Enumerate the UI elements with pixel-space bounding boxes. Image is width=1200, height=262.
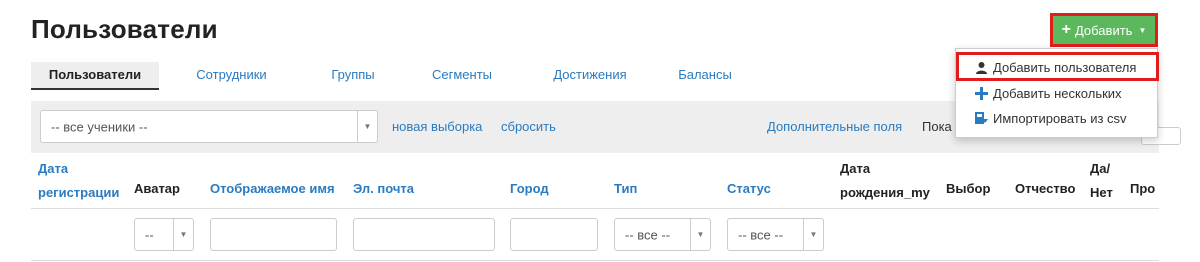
column-email-header[interactable]: Эл. почта [353,176,414,202]
column-birthdate-header: Дата рождения_my [840,157,930,205]
column-birthdate-line1: Дата [840,161,871,176]
column-patronymic-header: Отчество [1015,181,1076,196]
avatar-filter-value: -- [145,227,154,242]
table-bottom-divider [31,260,1159,261]
show-label: Пока [922,119,952,134]
tab-achievements[interactable]: Достижения [522,62,658,90]
dropdown-item-add-multiple-label: Добавить нескольких [993,85,1122,101]
column-yesno-line1: Да/ [1090,161,1111,176]
column-avatar-header: Аватар [134,181,180,196]
email-filter-input[interactable] [353,218,495,251]
import-icon [974,111,988,125]
column-date-line1: Дата [38,161,69,176]
dropdown-item-import-csv-label: Импортировать из csv [993,110,1127,126]
column-date-line2: регистрации [38,185,120,200]
city-filter-input[interactable] [510,218,598,251]
extra-fields-link[interactable]: Дополнительные поля [767,119,902,134]
tab-segments[interactable]: Сегменты [402,62,522,90]
type-filter-select[interactable]: -- все -- ▼ [614,218,711,251]
display-name-filter-input[interactable] [210,218,337,251]
tab-users[interactable]: Пользователи [31,62,159,90]
student-select[interactable]: -- все ученики -- ▼ [40,110,378,143]
plus-icon: + [1061,21,1071,38]
dropdown-item-add-multiple[interactable]: Добавить нескольких [956,81,1157,105]
new-selection-link[interactable]: новая выборка [392,119,482,134]
column-more-header: Про [1130,181,1156,196]
type-filter-value: -- все -- [625,227,671,242]
dropdown-item-import-csv[interactable]: Импортировать из csv [956,106,1157,130]
dropdown-highlight-frame [956,52,1159,81]
add-button[interactable]: + Добавить ▼ [1050,13,1158,47]
column-city-header[interactable]: Город [510,176,549,202]
column-birthdate-line2: рождения_my [840,185,930,200]
status-filter-value: -- все -- [738,227,784,242]
reset-link[interactable]: сбросить [501,119,556,134]
column-status-header[interactable]: Статус [727,176,771,202]
tab-groups[interactable]: Группы [304,62,402,90]
tab-balances[interactable]: Балансы [658,62,752,90]
column-type-header[interactable]: Тип [614,176,637,202]
page-title: Пользователи [31,14,218,44]
status-filter-select[interactable]: -- все -- ▼ [727,218,824,251]
chevron-down-icon: ▼ [173,219,193,250]
column-yesno-line2: Нет [1090,185,1113,200]
chevron-down-icon: ▼ [690,219,710,250]
tabs: Пользователи Сотрудники Группы Сегменты … [31,62,752,90]
chevron-down-icon: ▼ [357,111,377,142]
add-button-label: Добавить [1074,22,1133,38]
plus-icon [974,86,988,100]
column-yesno-header: Да/ Нет [1090,157,1113,205]
add-dropdown-menu: Добавить пользователя Добавить нескольки… [955,48,1159,138]
caret-down-icon: ▼ [1138,25,1147,35]
header-divider [31,208,1159,209]
column-date-header[interactable]: Дата регистрации [38,157,119,205]
column-choice-header: Выбор [946,181,991,196]
student-select-value: -- все ученики -- [51,119,148,134]
tab-employees[interactable]: Сотрудники [159,62,304,90]
column-display-name-header[interactable]: Отображаемое имя [210,176,335,202]
avatar-filter-select[interactable]: -- ▼ [134,218,194,251]
chevron-down-icon: ▼ [803,219,823,250]
